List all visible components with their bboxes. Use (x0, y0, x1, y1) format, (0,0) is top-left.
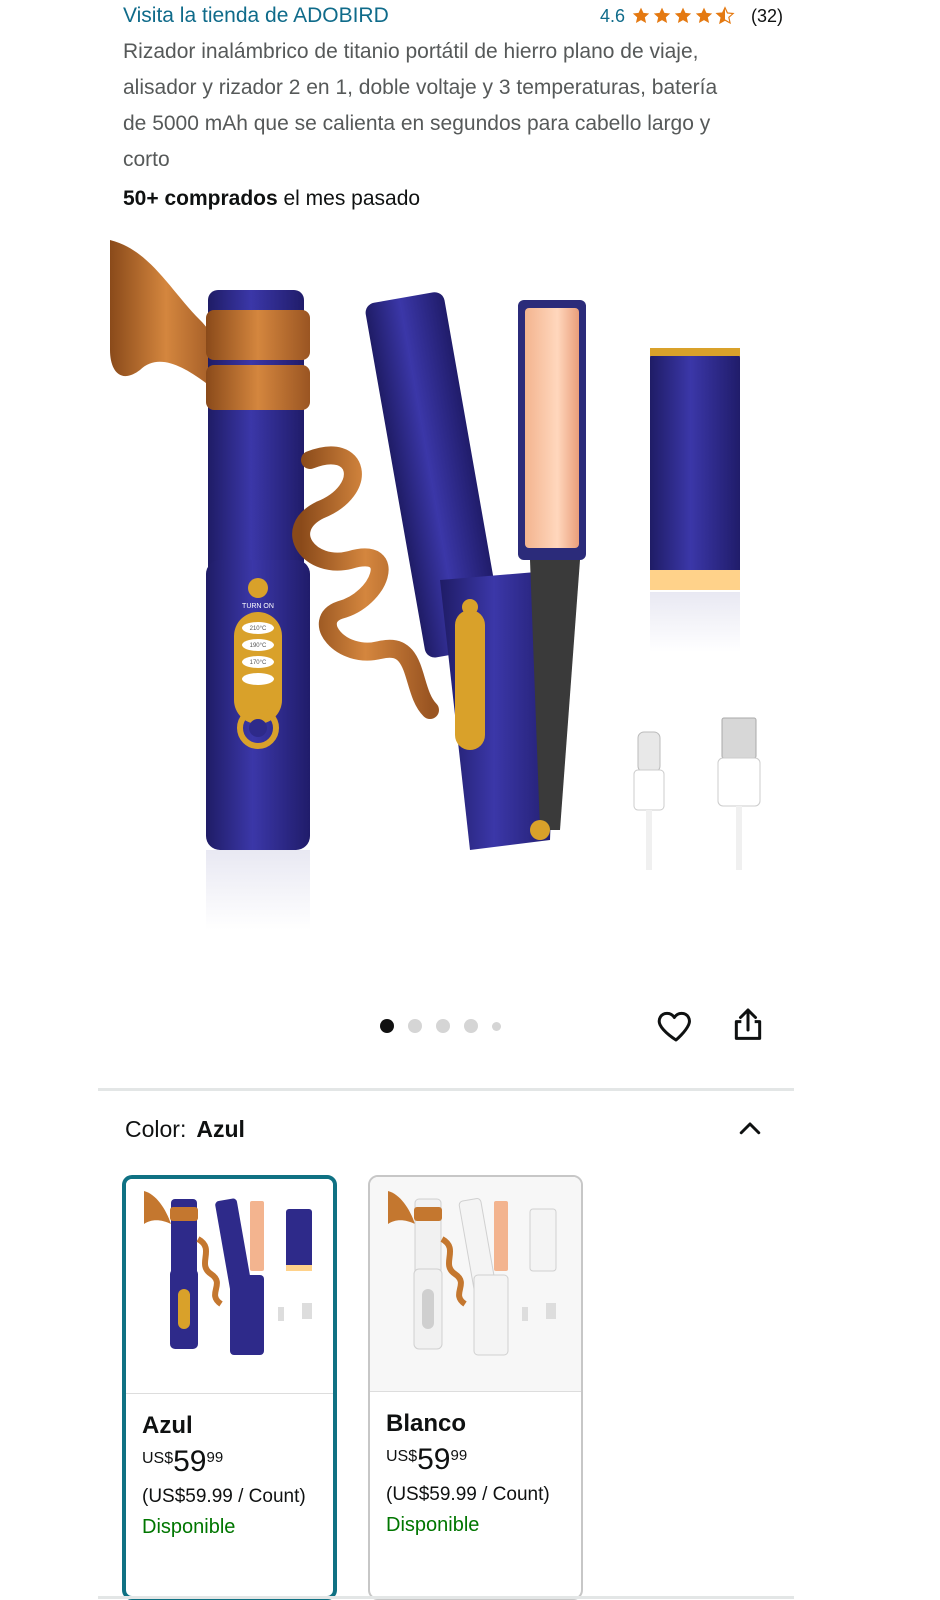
star-icon (653, 7, 671, 24)
product-title: Rizador inalámbrico de titanio portátil … (123, 40, 718, 171)
share-icon (734, 1008, 762, 1040)
color-label-text: Color: (125, 1115, 187, 1142)
wishlist-button[interactable] (654, 1003, 698, 1047)
color-selected-value: Azul (196, 1115, 245, 1142)
gallery-dot[interactable] (380, 1019, 394, 1033)
star-icon (695, 7, 713, 24)
section-divider (98, 1596, 794, 1599)
variant-price-currency: US$ (142, 1450, 174, 1467)
temp-label-210: 210°C (250, 626, 267, 632)
variant-availability: Disponible (142, 1516, 236, 1538)
store-link[interactable]: Visita la tienda de ADOBIRD (123, 4, 389, 28)
gallery-dot[interactable] (408, 1019, 422, 1033)
variant-thumbnail (370, 1177, 581, 1392)
star-icon (632, 7, 650, 24)
gallery-dots[interactable] (380, 1019, 501, 1033)
temp-label-170: 170°C (250, 660, 267, 666)
purchase-count-rest: el mes pasado (277, 187, 421, 210)
variant-swatch-blanco[interactable]: Blanco US$ 59 99 (US$59.99 / Count) Disp… (368, 1175, 583, 1600)
product-main-image[interactable]: TURN ON 210°C 190°C 170°C (110, 240, 790, 960)
gallery-dot[interactable] (464, 1019, 478, 1033)
rating-value: 4.6 (599, 5, 625, 26)
variant-price-fraction: 99 (206, 1449, 224, 1466)
variant-price-currency: US$ (386, 1448, 418, 1465)
purchase-count: 50+ comprados el mes pasado (123, 187, 420, 211)
color-selector-header[interactable]: Color: Azul (125, 1114, 765, 1144)
rating-count: (32) (750, 5, 783, 26)
variant-price: US$ 59 99 (386, 1444, 565, 1476)
gallery-dot[interactable] (492, 1021, 501, 1031)
star-icon (674, 7, 692, 24)
hair-curl-shape (110, 240, 223, 390)
color-label: Color: Azul (125, 1116, 245, 1143)
temp-label-190: 190°C (250, 643, 267, 649)
variant-swatch-azul[interactable]: Azul US$ 59 99 (US$59.99 / Count) Dispon… (122, 1175, 337, 1600)
variant-thumbnail-image (388, 1191, 557, 1356)
section-divider (98, 1088, 794, 1091)
variant-name: Blanco (386, 1410, 467, 1437)
variant-price: US$ 59 99 (142, 1446, 317, 1478)
variant-unit-price: (US$59.99 / Count) (386, 1484, 550, 1505)
variant-price-whole: 59 (417, 1443, 451, 1476)
variant-price-fraction: 99 (450, 1447, 468, 1464)
variant-unit-price: (US$59.99 / Count) (142, 1486, 306, 1507)
variant-name: Azul (142, 1412, 193, 1439)
variant-price-whole: 59 (173, 1445, 207, 1478)
chevron-up-icon[interactable] (735, 1114, 765, 1144)
heart-icon (657, 1011, 691, 1042)
variant-thumbnail (126, 1179, 333, 1394)
star-half-icon (715, 6, 735, 25)
store-rating-row: Visita la tienda de ADOBIRD 4.6 (32) (123, 2, 783, 30)
variant-availability: Disponible (386, 1514, 480, 1536)
rating-stars (631, 6, 735, 26)
gallery-dot[interactable] (436, 1019, 450, 1033)
purchase-count-bold: 50+ comprados (123, 187, 278, 210)
turn-on-label: TURN ON (242, 603, 274, 610)
variant-thumbnail-image (144, 1191, 312, 1355)
share-button[interactable] (726, 1003, 770, 1047)
rating[interactable]: 4.6 (32) (600, 6, 783, 27)
